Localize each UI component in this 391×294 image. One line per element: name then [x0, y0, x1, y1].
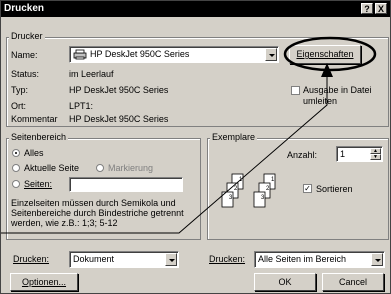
options-button-label: Optionen... [21, 277, 67, 287]
printer-group-label: Drucker [9, 31, 45, 41]
printer-name-label: Name: [11, 50, 38, 60]
help-button[interactable]: ? [361, 3, 373, 14]
cancel-button-label: Cancel [338, 277, 367, 287]
ok-button-label: OK [278, 277, 292, 287]
ok-button[interactable]: OK [254, 273, 316, 291]
print-select[interactable]: Alle Seiten im Bereich [254, 251, 385, 268]
cancel-button[interactable]: Cancel [322, 273, 384, 291]
chevron-down-icon[interactable] [165, 253, 177, 266]
chevron-down-icon[interactable] [265, 48, 277, 61]
options-button[interactable]: Optionen... [10, 273, 78, 291]
print-label: Drucken: [209, 254, 246, 264]
print-what-select[interactable]: Dokument [69, 251, 179, 268]
title-bar: Drucken ? X [1, 1, 390, 17]
chevron-down-icon[interactable] [371, 253, 383, 266]
print-value: Alle Seiten im Bereich [258, 254, 347, 264]
dialog-title: Drucken [4, 3, 45, 14]
printer-name-value: HP DeskJet 950C Series [90, 49, 190, 59]
print-dialog: Drucken ? X Drucker Name: HP DeskJet 950… [0, 0, 391, 294]
close-button[interactable]: X [375, 3, 387, 14]
print-what-label: Drucken: [13, 254, 50, 264]
callout-arrow [1, 63, 333, 234]
print-what-value: Dokument [73, 254, 115, 264]
